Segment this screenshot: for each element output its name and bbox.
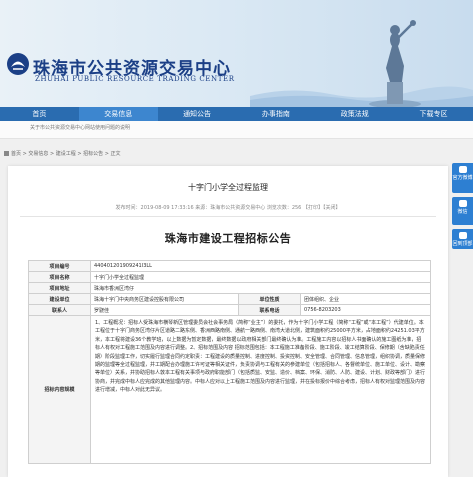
table-row: 招标内容规模 1、工程概况：招标人受珠海市横琴新区管理委员会社会事务局（简称“业… — [28, 315, 432, 464]
breadcrumb-text[interactable]: 首页 > 交易信息 > 建设工程 > 招标公告 > 正文 — [11, 151, 120, 157]
project-code-label: 项目编号 — [28, 260, 91, 272]
weibo-button[interactable]: 官方微博 — [452, 163, 473, 193]
table-row: 联系人 罗骁佳 联系电话 0756-8203203 — [28, 304, 432, 316]
owner-value: 珠海十字门中央商务区建设控股有限公司 — [90, 293, 239, 305]
nav-item-home[interactable]: 首页 — [0, 107, 79, 121]
wechat-label: 微信 — [457, 209, 468, 215]
nav-item-downloads[interactable]: 下载专区 — [394, 107, 473, 121]
project-name-label: 项目名称 — [28, 271, 91, 283]
table-row: 项目名称 十字门小学全过程监理 — [28, 271, 432, 283]
table-row: 建设单位 珠海十字门中央商务区建设控股有限公司 单位性质 团体组织、企业 — [28, 293, 432, 305]
wechat-button[interactable]: 微信 — [452, 197, 473, 225]
weibo-label: 官方微博 — [452, 175, 473, 181]
tender-content-label: 招标内容规模 — [28, 315, 91, 464]
unit-type-label: 单位性质 — [238, 293, 301, 305]
contact-label: 联系人 — [28, 304, 91, 316]
phone-label: 联系电话 — [238, 304, 301, 316]
project-address-label: 项目地址 — [28, 282, 91, 294]
nav-item-policies[interactable]: 政策法规 — [315, 107, 394, 121]
unit-type-value: 团体组织、企业 — [299, 293, 432, 305]
tender-content-value: 1、工程概况：招标人受珠海市横琴新区管理委员会社会事务局（简称“业主”）的委托，… — [89, 315, 432, 464]
article-panel: 十字门小学全过程监理 发布时间：2019-08-09 17:33:16 来源：珠… — [8, 166, 448, 477]
fisher-girl-statue-icon — [369, 20, 421, 107]
weibo-icon — [458, 166, 467, 173]
breadcrumb: 首页 > 交易信息 > 建设工程 > 招标公告 > 正文 — [0, 150, 473, 160]
article-meta: 发布时间：2019-08-09 17:33:16 来源：珠海市公共资源交易中心 … — [115, 205, 341, 211]
project-info-table: 项目编号 440401201909241I3LL 项目名称 十字门小学全过程监理… — [28, 260, 432, 464]
phone-value: 0756-8203203 — [299, 304, 432, 316]
home-icon[interactable] — [4, 151, 9, 156]
site-logo-icon[interactable] — [6, 52, 30, 76]
divider — [20, 216, 436, 217]
project-name-value: 十字门小学全过程监理 — [89, 271, 432, 283]
nav-item-notices[interactable]: 通知公告 — [158, 107, 237, 121]
news-ticker: 关于市公共资源交易中心网站使用问题的说明 — [0, 121, 473, 139]
contact-value: 罗骁佳 — [90, 304, 239, 316]
table-row: 项目编号 440401201909241I3LL — [28, 260, 432, 272]
project-code-value: 440401201909241I3LL — [89, 260, 432, 272]
nav-item-guide[interactable]: 办事指南 — [236, 107, 315, 121]
page-title: 十字门小学全过程监理 — [188, 183, 268, 192]
nav-item-trading-info[interactable]: 交易信息 — [78, 107, 158, 121]
site-title-en: ZHUHAI PUBLIC RESOURCE TRADING CENTER — [35, 75, 235, 83]
arrow-up-icon — [458, 232, 467, 239]
project-address-value: 珠海市香洲区湾仔 — [89, 282, 432, 294]
back-to-top-button[interactable]: 回到顶部 — [452, 229, 473, 249]
owner-label: 建设单位 — [28, 293, 91, 305]
back-to-top-label: 回到顶部 — [452, 241, 473, 247]
document-title: 珠海市建设工程招标公告 — [164, 232, 292, 245]
table-row: 项目地址 珠海市香洲区湾仔 — [28, 282, 432, 294]
wechat-icon — [458, 200, 467, 207]
ticker-link[interactable]: 关于市公共资源交易中心网站使用问题的说明 — [30, 124, 130, 131]
site-banner: 珠海市公共资源交易中心 ZHUHAI PUBLIC RESOURCE TRADI… — [0, 0, 473, 107]
main-nav: 首页 交易信息 通知公告 办事指南 政策法规 下载专区 — [0, 107, 473, 121]
